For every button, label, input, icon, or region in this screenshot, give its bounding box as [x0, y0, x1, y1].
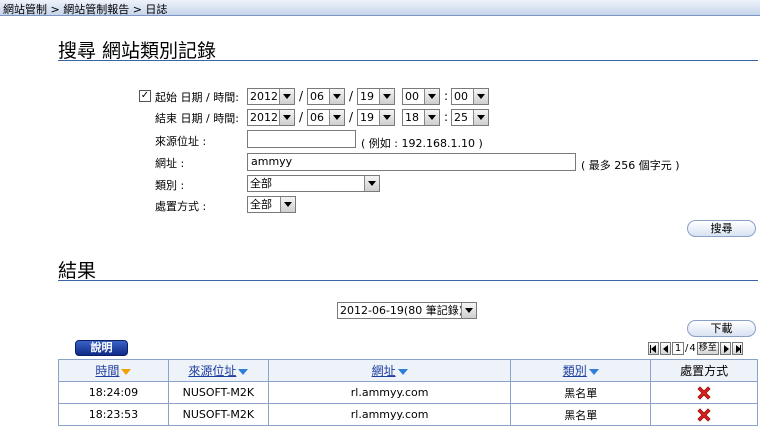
column-header-category[interactable]: 類別: [510, 359, 652, 382]
category-label: 類別 :: [155, 179, 185, 192]
end-hour-select[interactable]: 18: [402, 109, 440, 126]
results-table: 時間 來源位址 網址 類別 處置方式 18:24:09 NUSOFT-M2K r…: [58, 359, 758, 426]
cell-action: [650, 403, 758, 426]
start-year-select[interactable]: 2012: [247, 88, 295, 105]
chevron-down-icon: [461, 303, 476, 318]
download-button[interactable]: 下載: [687, 320, 756, 337]
date-separator: /: [299, 89, 304, 103]
column-header-source[interactable]: 來源位址: [167, 359, 269, 382]
last-page-icon[interactable]: [731, 341, 743, 355]
table-header-row: 時間 來源位址 網址 類別 處置方式: [58, 359, 758, 382]
chevron-down-icon: [364, 176, 379, 191]
chevron-down-icon: [379, 110, 394, 125]
start-day-select[interactable]: 19: [357, 88, 395, 105]
chevron-down-icon: [424, 89, 439, 104]
chevron-down-icon: [424, 110, 439, 125]
page-number-input[interactable]: 1: [672, 341, 684, 355]
time-separator: :: [444, 89, 449, 103]
time-separator: :: [444, 110, 449, 124]
chevron-down-icon: [280, 197, 295, 212]
date-separator: /: [349, 89, 354, 103]
search-button[interactable]: 搜尋: [687, 220, 756, 237]
pagination: 1 / 4 移至: [648, 341, 743, 355]
go-to-page-button[interactable]: 移至: [696, 341, 719, 355]
end-minute-select[interactable]: 25: [451, 109, 489, 126]
source-ip-hint: ( 例如 : 192.168.1.10 ): [361, 137, 483, 150]
cell-time: 18:24:09: [58, 381, 169, 404]
blocked-icon: [697, 407, 711, 422]
column-header-action: 處置方式: [650, 359, 758, 382]
column-header-url[interactable]: 網址: [267, 359, 512, 382]
search-section-title: 搜尋 網站類別記錄: [58, 40, 217, 62]
sort-icon: [397, 369, 408, 375]
url-input[interactable]: ammyy: [247, 153, 576, 171]
chevron-down-icon: [379, 89, 394, 104]
cell-url: rl.ammyy.com: [267, 381, 512, 404]
chevron-down-icon: [329, 110, 344, 125]
source-ip-input[interactable]: [247, 130, 356, 148]
end-day-select[interactable]: 19: [357, 109, 395, 126]
chevron-down-icon: [279, 89, 294, 104]
total-pages: 4: [689, 342, 696, 354]
cell-action: [650, 381, 758, 404]
start-minute-select[interactable]: 00: [451, 88, 489, 105]
search-section-divider: [58, 60, 758, 61]
result-date-select[interactable]: 2012-06-19(80 筆記錄): [337, 302, 477, 319]
date-separator: /: [349, 110, 354, 124]
url-hint: ( 最多 256 個字元 ): [581, 159, 680, 172]
results-section-title: 結果: [58, 260, 97, 282]
action-select[interactable]: 全部: [247, 196, 296, 213]
breadcrumb: 網站管制 > 網站管制報告 > 日誌: [3, 3, 168, 16]
first-page-icon[interactable]: [648, 341, 659, 355]
blocked-icon: [697, 385, 711, 400]
start-hour-select[interactable]: 00: [402, 88, 440, 105]
chevron-down-icon: [473, 89, 488, 104]
start-month-select[interactable]: 06: [307, 88, 345, 105]
cell-source: NUSOFT-M2K: [167, 381, 269, 404]
sort-desc-icon: [121, 369, 132, 375]
action-label: 處置方式 :: [155, 200, 207, 213]
sort-icon: [238, 369, 249, 375]
cell-url: rl.ammyy.com: [267, 403, 512, 426]
start-datetime-label: 起始 日期 / 時間:: [155, 91, 239, 104]
date-separator: /: [299, 110, 304, 124]
url-label: 網址 :: [155, 157, 185, 170]
table-row: 18:24:09 NUSOFT-M2K rl.ammyy.com 黑名單: [58, 381, 758, 404]
breadcrumb-bar: 網站管制 > 網站管制報告 > 日誌: [0, 0, 760, 16]
end-year-select[interactable]: 2012: [247, 109, 295, 126]
source-ip-label: 來源位址 :: [155, 135, 207, 148]
cell-time: 18:23:53: [58, 403, 169, 426]
chevron-down-icon: [329, 89, 344, 104]
end-datetime-label: 結束 日期 / 時間:: [155, 112, 239, 125]
results-section-divider: [58, 280, 758, 281]
cell-source: NUSOFT-M2K: [167, 403, 269, 426]
column-header-time[interactable]: 時間: [58, 359, 169, 382]
chevron-down-icon: [473, 110, 488, 125]
category-select[interactable]: 全部: [247, 175, 380, 192]
cell-category: 黑名單: [510, 381, 652, 404]
prev-page-icon[interactable]: [660, 341, 671, 355]
end-month-select[interactable]: 06: [307, 109, 345, 126]
cell-category: 黑名單: [510, 403, 652, 426]
table-row: 18:23:53 NUSOFT-M2K rl.ammyy.com 黑名單: [58, 403, 758, 426]
chevron-down-icon: [279, 110, 294, 125]
next-page-icon[interactable]: [719, 341, 731, 355]
start-date-checkbox[interactable]: ✓: [139, 90, 151, 102]
page-separator: /: [685, 342, 689, 354]
help-button[interactable]: 說明: [75, 340, 128, 356]
sort-icon: [588, 369, 599, 375]
